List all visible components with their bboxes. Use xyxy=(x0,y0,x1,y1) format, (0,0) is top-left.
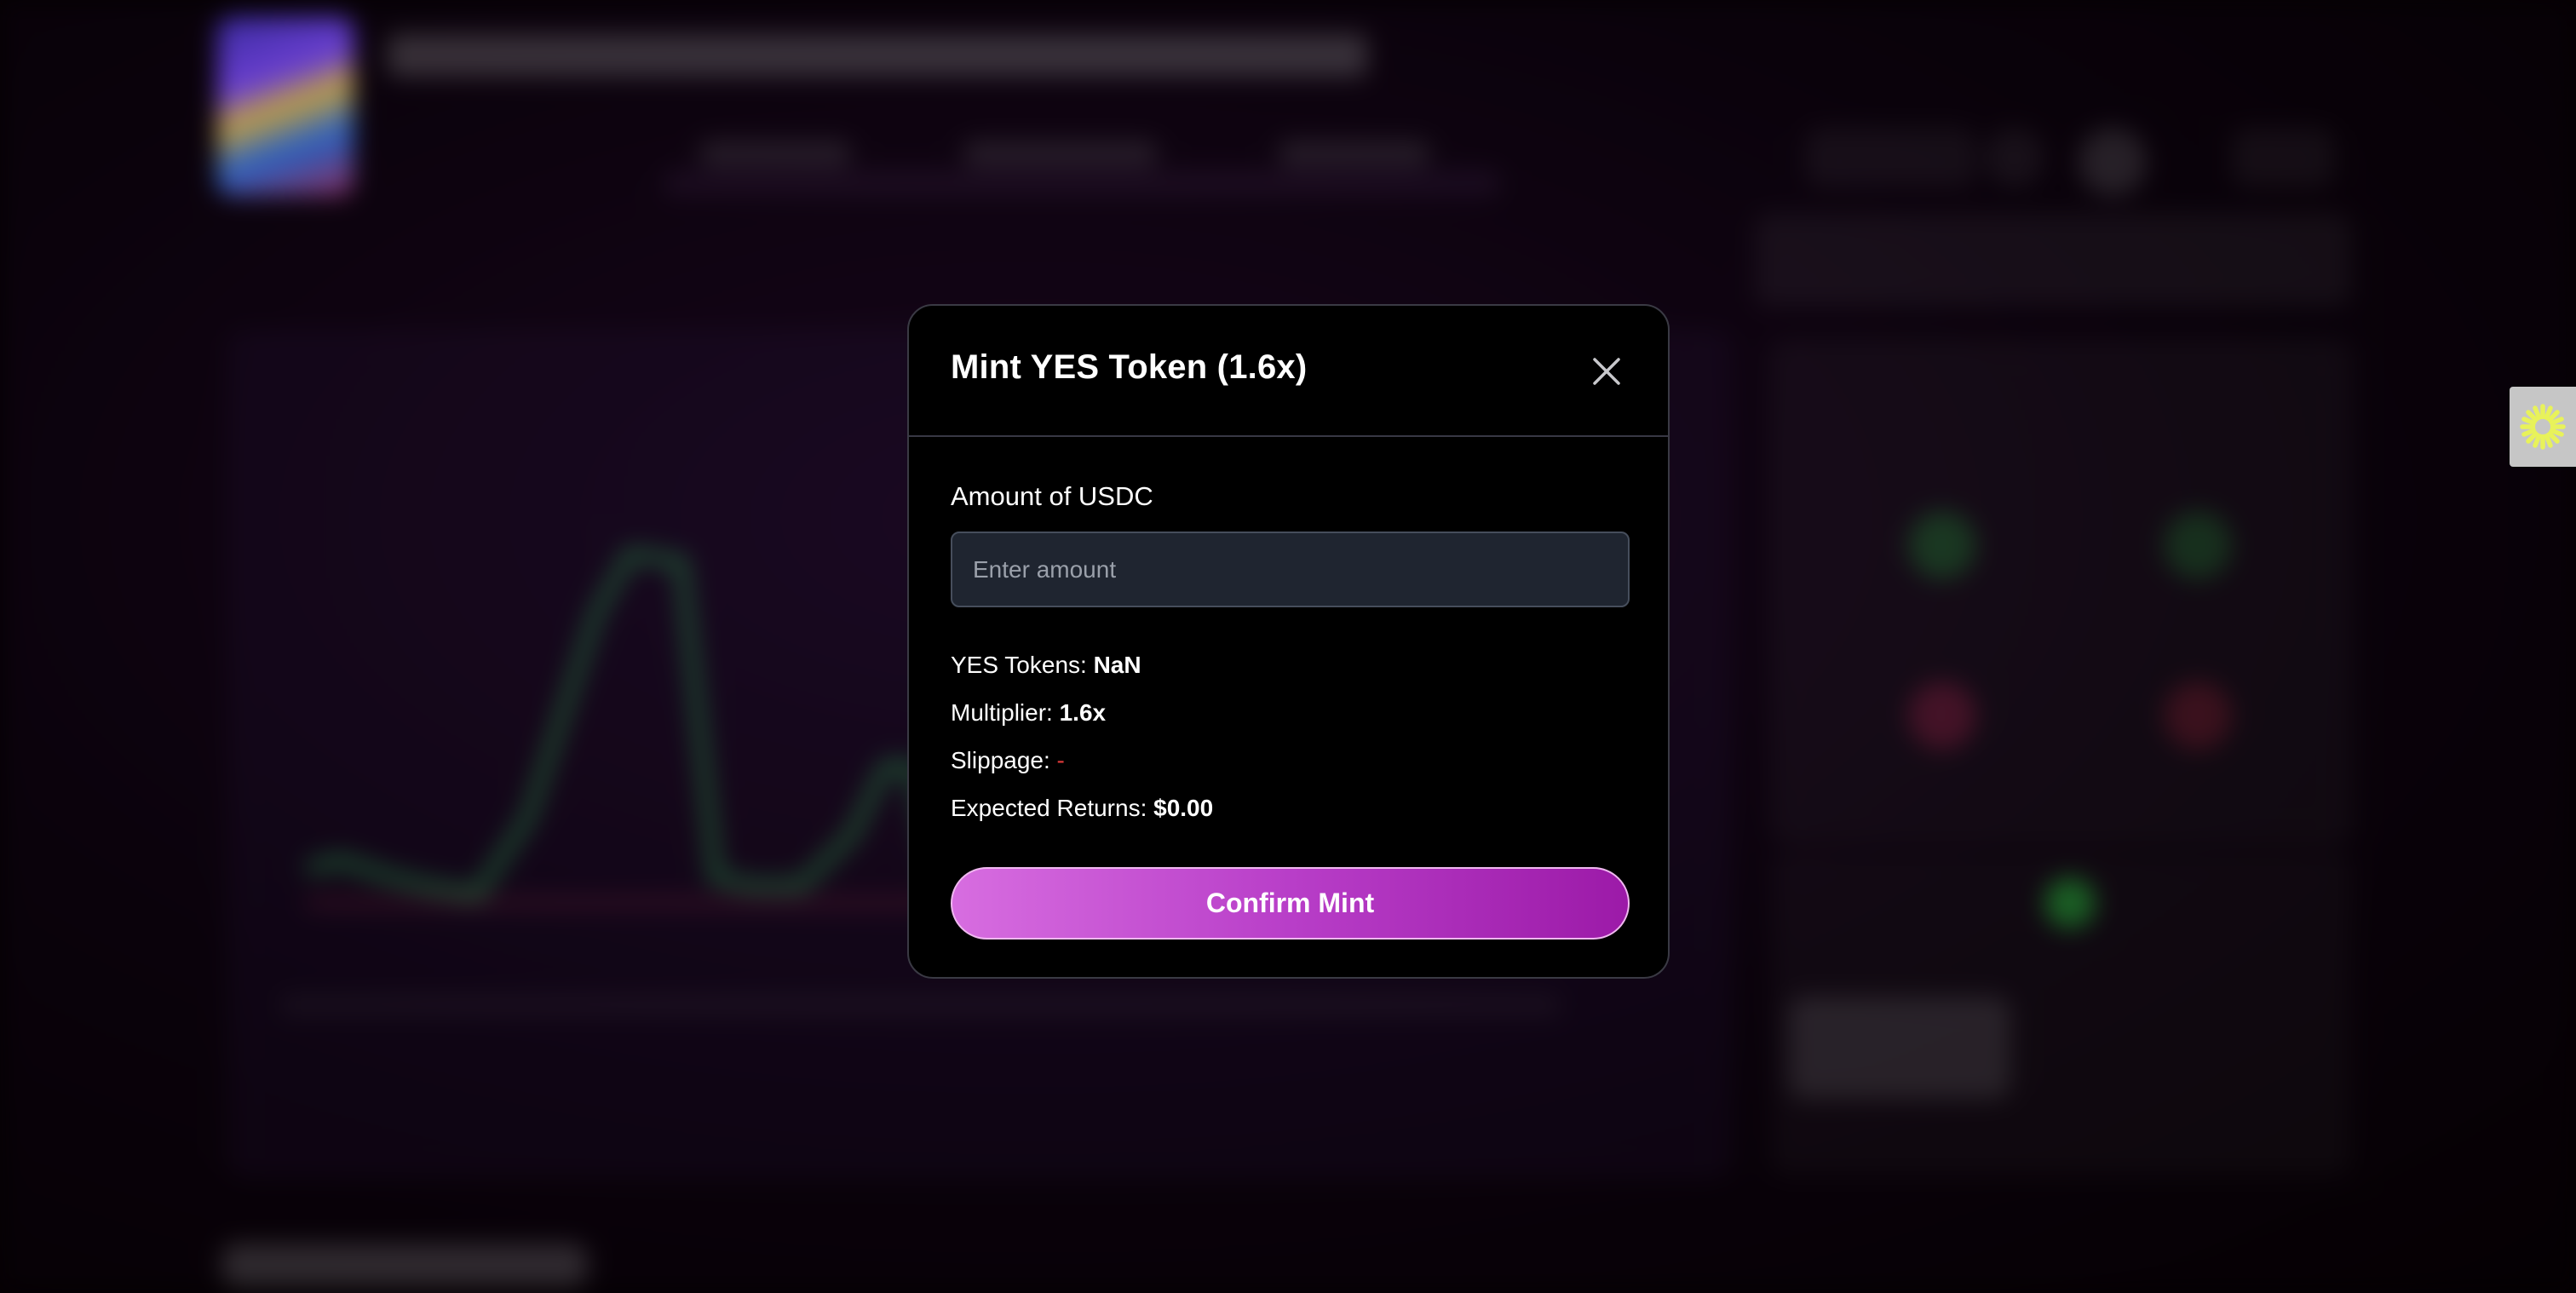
tab-bar-blurred xyxy=(664,170,1499,196)
side-tabs-blurred xyxy=(1755,213,2351,307)
confirm-mint-button[interactable]: Confirm Mint xyxy=(951,867,1630,940)
tab-blurred-3 xyxy=(1278,141,1431,166)
multiplier-value: 1.6x xyxy=(1059,699,1107,726)
chart-timeline-blurred xyxy=(281,997,1559,1014)
header-control-blurred-2 xyxy=(1985,128,2044,187)
screen: Mint YES Token (1.6x) Amount of USDC YES… xyxy=(0,0,2576,1293)
header-control-blurred-3 xyxy=(2232,128,2334,187)
close-button[interactable] xyxy=(1585,350,1628,393)
status-dot-blurred xyxy=(2044,877,2096,928)
yes-tokens-value: NaN xyxy=(1093,652,1141,678)
slippage-row: Slippage: - xyxy=(951,747,1065,774)
slippage-value: - xyxy=(1056,747,1065,773)
big-number-blurred xyxy=(1789,997,2010,1099)
tab-blurred-1 xyxy=(699,141,852,166)
sparkle-icon xyxy=(2520,404,2566,450)
yes-tokens-label: YES Tokens: xyxy=(951,652,1094,678)
multiplier-label: Multiplier: xyxy=(951,699,1060,726)
modal-header: Mint YES Token (1.6x) xyxy=(909,306,1668,437)
header-control-blurred-1 xyxy=(1806,128,1976,187)
modal-title: Mint YES Token (1.6x) xyxy=(951,348,1308,386)
expected-returns-value: $0.00 xyxy=(1153,795,1214,821)
section-heading-blurred xyxy=(221,1244,588,1286)
assistant-launcher-button[interactable] xyxy=(2510,387,2576,467)
market-image xyxy=(217,17,354,196)
market-title-blurred xyxy=(388,34,1367,77)
yes-option-blurred-2 xyxy=(2164,511,2232,579)
no-option-blurred-1 xyxy=(1908,681,1976,750)
header-avatar-blurred xyxy=(2079,128,2147,196)
yes-option-blurred-1 xyxy=(1908,511,1976,579)
tab-blurred-2 xyxy=(963,141,1159,166)
mint-modal: Mint YES Token (1.6x) Amount of USDC YES… xyxy=(907,304,1670,979)
expected-returns-label: Expected Returns: xyxy=(951,795,1154,821)
close-icon xyxy=(1593,358,1620,385)
expected-returns-row: Expected Returns: $0.00 xyxy=(951,795,1213,822)
no-option-blurred-2 xyxy=(2164,681,2232,750)
trade-panel-blurred xyxy=(1772,341,2351,843)
multiplier-row: Multiplier: 1.6x xyxy=(951,699,1106,727)
amount-label: Amount of USDC xyxy=(951,481,1153,511)
amount-input[interactable] xyxy=(951,532,1630,607)
slippage-label: Slippage: xyxy=(951,747,1057,773)
yes-tokens-row: YES Tokens: NaN xyxy=(951,652,1141,679)
